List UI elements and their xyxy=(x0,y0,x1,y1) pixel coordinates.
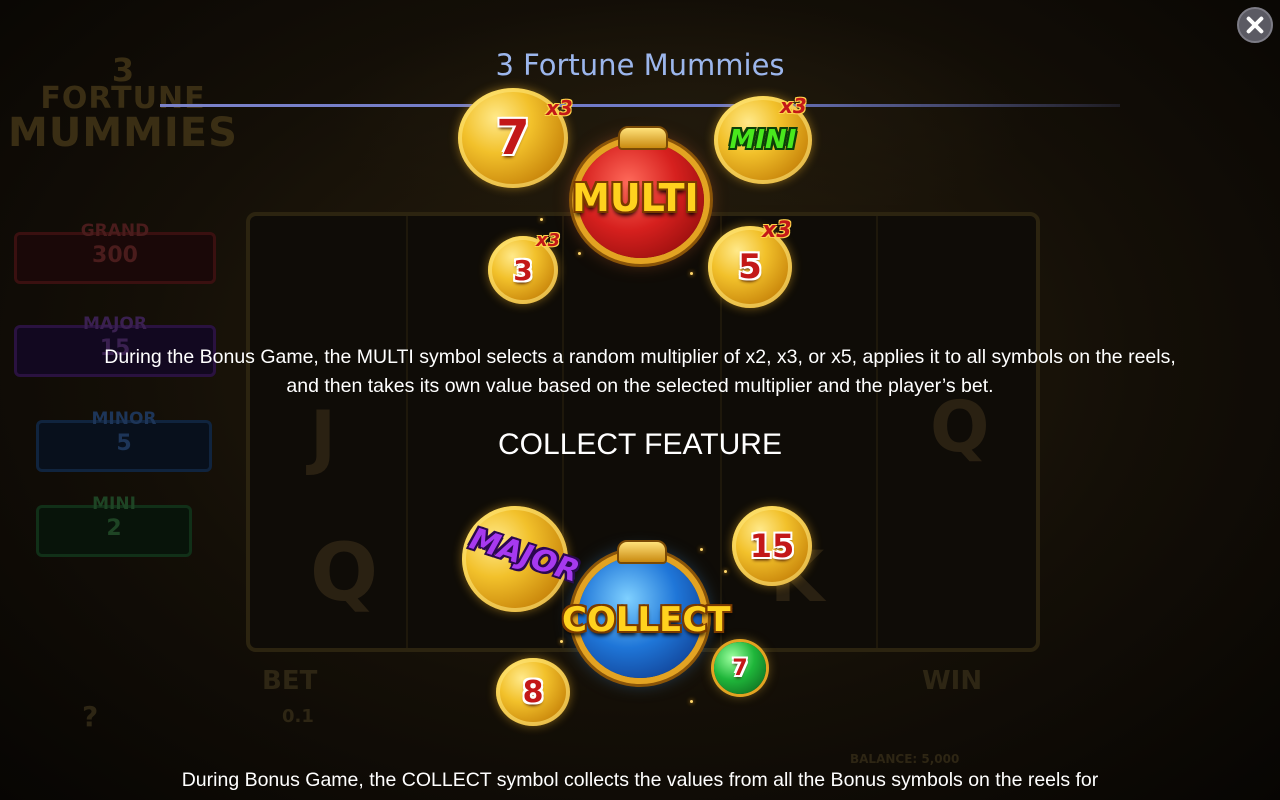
sparkle xyxy=(724,570,727,573)
balance-text: BALANCE: 5,000 xyxy=(850,752,960,766)
sparkle xyxy=(578,252,581,255)
coin-multiplier: x3 xyxy=(536,230,561,251)
scarab-ornament-icon xyxy=(617,540,667,564)
sparkle xyxy=(540,218,543,221)
coin-value: 7 xyxy=(496,110,530,166)
jackpot-label: GRAND xyxy=(80,221,150,241)
coin-8: 8 xyxy=(496,658,570,726)
jackpot-label: MINOR xyxy=(91,409,157,429)
close-button[interactable] xyxy=(1237,7,1273,43)
jackpot-label: MAJOR xyxy=(83,314,147,334)
coin-15: 15 xyxy=(732,506,812,586)
jackpot-value: 300 xyxy=(92,243,138,268)
collect-feature-heading: COLLECT FEATURE xyxy=(498,428,782,461)
sparkle xyxy=(700,548,703,551)
jackpot-label: MINI xyxy=(92,494,136,514)
scarab-ornament-icon xyxy=(618,126,668,150)
sparkle xyxy=(690,272,693,275)
sparkle xyxy=(690,700,693,703)
sparkle xyxy=(560,640,563,643)
coin-value: 5 xyxy=(738,247,762,287)
coin-multiplier: x3 xyxy=(546,96,573,120)
bet-label: BET xyxy=(262,666,318,696)
win-label: WIN xyxy=(922,666,983,696)
multi-symbol-label: MULTI xyxy=(572,176,699,220)
coin-multiplier: x3 xyxy=(762,218,792,243)
reel-symbol: Q xyxy=(310,526,379,619)
jackpot-grand: GRAND 300 xyxy=(14,221,216,284)
jackpot-value: 2 xyxy=(106,516,122,541)
help-icon: ? xyxy=(82,700,99,733)
coin-value: MINI xyxy=(729,125,797,155)
bet-value: 0.1 xyxy=(282,706,314,727)
coin-7-green: 7 xyxy=(714,642,766,694)
multi-description: During the Bonus Game, the MULTI symbol … xyxy=(104,346,1176,397)
background-logo-line: MUMMIES xyxy=(8,109,238,156)
page-title: 3 Fortune Mummies xyxy=(495,48,785,82)
collect-symbol-label: COLLECT xyxy=(562,600,731,640)
jackpot-mini: MINI 2 xyxy=(36,494,192,557)
collect-description: During Bonus Game, the COLLECT symbol co… xyxy=(181,769,1099,791)
title-divider xyxy=(160,104,1120,107)
coin-multiplier: x3 xyxy=(780,94,807,118)
coin-value: 3 xyxy=(513,253,533,287)
coin-value: 15 xyxy=(749,527,795,565)
coin-value: 8 xyxy=(522,674,544,710)
coin-value: 7 xyxy=(732,655,748,681)
